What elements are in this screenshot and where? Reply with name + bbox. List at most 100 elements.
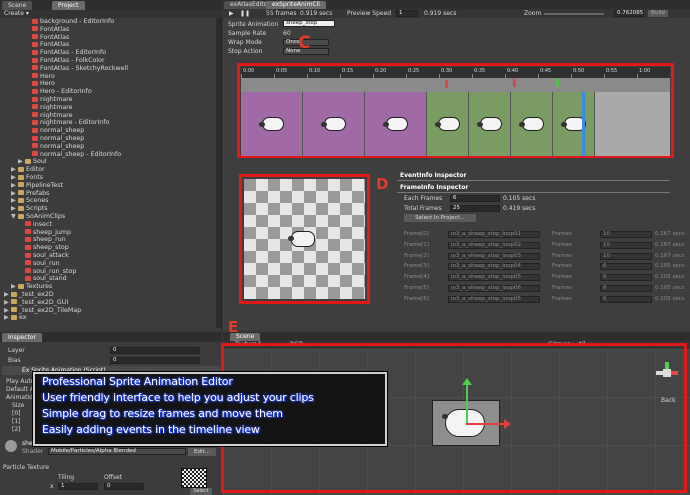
frame-row-sprite[interactable]: io3_a_sheep_stop_loop05 [448,295,540,303]
expand-right-icon[interactable]: ▶ [4,299,11,307]
tree-item[interactable]: soul_run [18,260,60,268]
texture-thumbnail[interactable] [181,468,207,488]
play-button[interactable]: ▶ [229,10,237,17]
event-marker-1[interactable] [445,80,448,88]
tree-item[interactable]: nightmare [25,104,73,112]
timeline-ruler[interactable]: 0:00 0:05 0:10 0:15 0:20 0:25 0:30 0:35 0:40 0:45… [241,67,670,78]
tree-item[interactable]: nightmare [25,96,73,104]
expand-right-icon[interactable]: ▶ [4,307,11,315]
tree-item[interactable]: ▶ Soul [18,158,47,166]
offset-x-field[interactable]: 0 [104,483,144,490]
tree-item[interactable]: ▶ _test_ex2D_GUI [4,299,68,307]
tree-item[interactable]: Hero [25,80,55,88]
tab-project[interactable]: Project [52,1,85,10]
timeline-frame[interactable] [303,92,365,156]
tab-scene[interactable]: Scene [2,1,33,10]
tree-item[interactable]: FontAtlas - SketchyRockwell [25,65,128,73]
frame-row-count[interactable]: 10 [600,241,652,249]
expand-right-icon[interactable]: ▶ [11,166,18,174]
tree-item[interactable]: soul_attack [18,252,69,260]
move-gizmo-y-arrow[interactable] [462,378,472,385]
expand-down-icon[interactable]: ▼ [11,213,18,221]
tree-item[interactable]: ▼ SoAnimClips [11,213,65,221]
tree-item[interactable]: normal_sheep - EditorInfo [25,151,121,159]
frame-row-count[interactable]: 10 [600,231,652,238]
tree-item[interactable]: sheep_stop [18,244,69,252]
tree-item[interactable]: FontAtlas - EditorInfo [25,49,106,57]
edit-button[interactable]: Edit... [188,448,216,456]
frame-row-sprite[interactable]: io3_a_sheep_stop_loop04 [448,263,540,271]
tab-sprite-anim-clip[interactable]: exSpriteAnimCli [266,1,326,9]
timeline-frame[interactable] [365,92,427,156]
zoom-slider[interactable] [544,13,604,15]
tree-item[interactable]: FontAtlas [25,41,69,49]
tree-item[interactable]: FontAtlas [25,26,69,34]
timeline-frame[interactable] [427,92,469,156]
tree-item[interactable]: ▶ Scenes [11,197,48,205]
select-button[interactable]: Select [190,488,212,495]
tree-item[interactable]: ▶ _test_ex2D_TileMap [4,307,81,315]
timeline-frame[interactable] [553,92,595,156]
frame-row-sprite[interactable]: io3_a_sheep_stop_loop02 [448,241,540,249]
each-frames-field[interactable]: 6 [450,195,500,202]
tree-item[interactable]: ▶ Textures [11,283,52,291]
event-marker-2[interactable] [513,79,516,87]
frame-row-count[interactable]: 6 [600,295,652,303]
tree-item[interactable]: normal_sheep [25,127,84,135]
timeline-frame[interactable] [241,92,303,156]
sprite-animation-field[interactable]: sheep_stop [283,20,335,27]
expand-right-icon[interactable]: ▶ [11,190,18,198]
tree-item[interactable]: sheep_run [18,236,66,244]
tab-inspector[interactable]: Inspector [2,333,42,342]
frame-row-count[interactable]: 6 [600,263,652,271]
expand-right-icon[interactable]: ▶ [11,182,18,190]
tree-item[interactable]: FontAtlas [25,34,69,42]
create-dropdown[interactable]: Create ▾ [4,10,29,18]
tree-item[interactable]: ▶ Editor [11,166,45,174]
tree-item[interactable]: nightmare - EditorInfo [25,119,109,127]
tree-item[interactable]: ▶ ex [4,314,27,322]
timeline-frame[interactable] [469,92,511,156]
expand-right-icon[interactable]: ▶ [11,283,18,291]
frame-row-sprite[interactable]: io3_a_sheep_stop_loop03 [448,252,540,260]
bias-field[interactable]: 0 [110,357,200,364]
tree-item[interactable]: ▶ Scripts [11,205,48,213]
tree-item[interactable]: Hero [25,73,55,81]
move-gizmo-x[interactable] [466,423,506,425]
frame-row-sprite[interactable]: io3_a_sheep_stop_loop06 [448,285,540,292]
expand-right-icon[interactable]: ▶ [11,174,18,182]
tree-item[interactable]: normal_sheep [25,135,84,143]
select-in-project-button[interactable]: Select In Project... [404,214,476,222]
frame-row-count[interactable]: 6 [600,274,652,282]
tree-item[interactable]: ▶ Fonts [11,174,43,182]
tree-item[interactable]: background - EditorInfo [25,18,114,26]
tree-item[interactable]: soul_run_stop [18,268,76,276]
event-marker-3[interactable] [556,79,559,87]
expand-right-icon[interactable]: ▶ [11,205,18,213]
tree-item[interactable]: FontAtlas - FolkColor [25,57,105,65]
expand-right-icon[interactable]: ▶ [11,197,18,205]
frame-row-sprite[interactable]: io3_a_sheep_stop_loop05 [448,274,540,282]
clip-end-handle[interactable] [582,92,585,156]
tree-item[interactable]: ▶ Prefabs [11,190,49,198]
expand-right-icon[interactable]: ▶ [18,158,25,166]
step-button[interactable]: ❚❚ [240,10,250,17]
tree-item[interactable]: sheep_jump [18,229,71,237]
tiling-x-field[interactable]: 1 [58,483,98,490]
tree-item[interactable]: nightmare [25,112,73,120]
zoom-field[interactable]: 0.762085 [614,10,644,17]
frame-row-count[interactable]: 6 [600,285,652,292]
orientation-gizmo-icon[interactable] [656,362,678,384]
build-button[interactable]: Build [648,10,668,17]
scrollbar-project[interactable] [216,18,221,328]
tree-item[interactable]: Hero - EditorInfo [25,88,92,96]
expand-right-icon[interactable]: ▶ [4,314,11,322]
timeline-frame[interactable] [511,92,553,156]
move-gizmo-x-arrow[interactable] [504,419,511,429]
tree-item[interactable]: ▶ _test_ex2D [4,291,54,299]
tree-item[interactable]: ▶ PipelineTest [11,182,63,190]
layer-field[interactable]: 0 [110,347,200,354]
total-frames-field[interactable]: 25 [450,205,500,212]
move-gizmo-y[interactable] [466,384,468,424]
events-track[interactable] [241,78,670,92]
